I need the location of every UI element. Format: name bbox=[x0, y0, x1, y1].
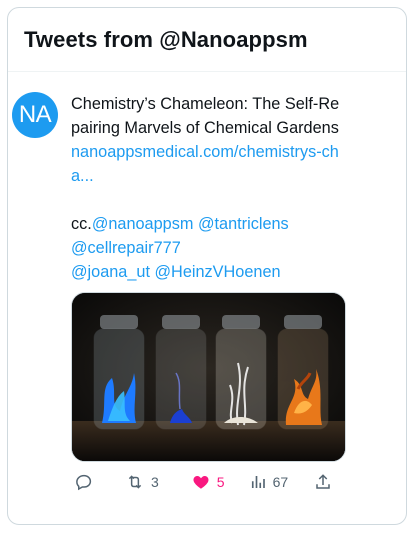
views-button[interactable]: 67 bbox=[249, 473, 289, 491]
cc-prefix: cc. bbox=[71, 215, 92, 233]
mention-link[interactable]: @joana_ut bbox=[71, 263, 150, 281]
avatar[interactable]: NA bbox=[12, 92, 58, 138]
tweet-content: Chemistry’s Chameleon: The Self-Repairin… bbox=[71, 92, 346, 496]
like-count: 5 bbox=[216, 474, 225, 490]
like-button[interactable]: 5 bbox=[191, 473, 225, 491]
article-link[interactable]: nanoappsmedical.com/chemistrys-cha... bbox=[71, 143, 339, 185]
mention-link[interactable]: @cellrepair777 bbox=[71, 239, 181, 257]
reply-button[interactable] bbox=[75, 473, 93, 491]
tweet-title-text: Chemistry’s Chameleon: The Self-Repairin… bbox=[71, 95, 340, 137]
views-icon bbox=[249, 473, 267, 491]
mention-link[interactable]: @tantriclens bbox=[198, 215, 289, 233]
share-icon bbox=[314, 473, 332, 491]
tweet-text: Chemistry’s Chameleon: The Self-Repairin… bbox=[71, 92, 346, 284]
reply-icon bbox=[75, 473, 93, 491]
retweet-icon bbox=[125, 473, 145, 491]
share-button[interactable] bbox=[314, 473, 332, 491]
widget-title[interactable]: Tweets from @Nanoappsm bbox=[24, 27, 308, 53]
mention-link[interactable]: @HeinzVHoenen bbox=[155, 263, 281, 281]
widget-header: Tweets from @Nanoappsm bbox=[8, 8, 406, 72]
mention-link[interactable]: @nanoappsm bbox=[92, 215, 194, 233]
heart-icon bbox=[191, 473, 211, 491]
tweets-widget: Tweets from @Nanoappsm NA Chemistry’s Ch… bbox=[7, 7, 407, 525]
retweet-count: 3 bbox=[151, 474, 159, 490]
retweet-button[interactable]: 3 bbox=[125, 473, 159, 491]
views-count: 67 bbox=[272, 474, 289, 490]
tweet-image[interactable] bbox=[71, 292, 346, 462]
tweet[interactable]: NA Chemistry’s Chameleon: The Self-Repai… bbox=[8, 72, 406, 496]
tweet-actions: 3 5 67 bbox=[71, 468, 346, 496]
chemical-gardens-photo bbox=[72, 293, 345, 461]
